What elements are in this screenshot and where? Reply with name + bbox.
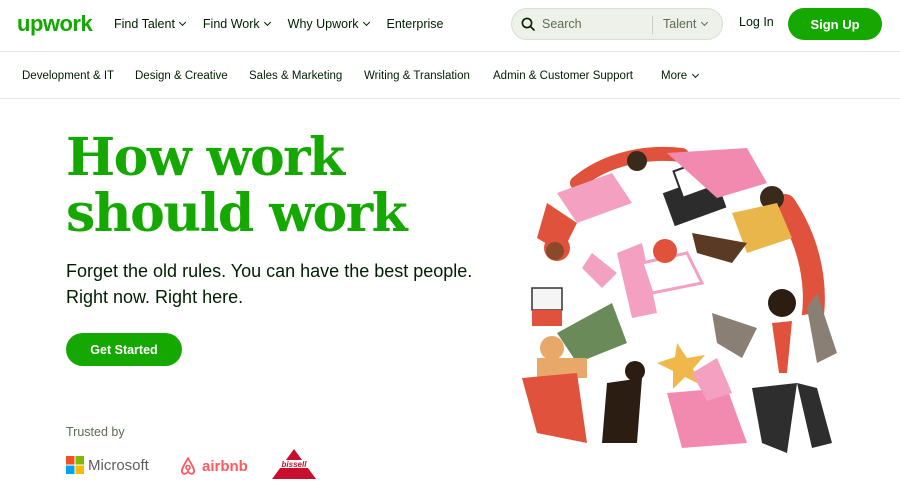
hero-title: How work should work	[66, 127, 408, 244]
search-input[interactable]: Search	[542, 17, 582, 31]
search-divider	[652, 16, 653, 34]
category-development-it[interactable]: Development & IT	[22, 70, 114, 82]
nav-enterprise[interactable]: Enterprise	[387, 17, 444, 31]
main-nav: Find Talent Find Work Why Upwork Enterpr…	[114, 0, 461, 48]
signup-button[interactable]: Sign Up	[788, 8, 882, 40]
chevron-down-icon	[692, 70, 700, 79]
nav-find-work[interactable]: Find Work	[202, 17, 271, 31]
chevron-down-icon	[362, 18, 370, 27]
svg-text:bissell: bissell	[282, 460, 308, 469]
search-scope-label: Talent	[663, 17, 697, 31]
bissell-triangle-icon: bissell	[272, 449, 316, 479]
search-bar[interactable]: Search Talent	[511, 8, 723, 40]
hero-illustration	[522, 143, 843, 459]
trusted-by-label: Trusted by	[66, 425, 125, 439]
login-link[interactable]: Log In	[739, 15, 774, 29]
bissell-logo: bissell	[268, 449, 320, 479]
get-started-button[interactable]: Get Started	[66, 333, 182, 366]
hero-subtitle-line2: Right now. Right here.	[66, 287, 244, 307]
top-navigation: upwork Find Talent Find Work Why Upwork …	[0, 0, 900, 52]
nav-why-upwork[interactable]: Why Upwork	[287, 17, 370, 31]
nav-why-upwork-label: Why Upwork	[287, 17, 359, 31]
hero-title-line2: should work	[66, 183, 408, 244]
category-design-creative[interactable]: Design & Creative	[135, 70, 228, 82]
hero-subtitle-line1: Forget the old rules. You can have the b…	[66, 261, 473, 281]
category-writing-translation[interactable]: Writing & Translation	[364, 70, 470, 82]
upwork-logo[interactable]: upwork	[17, 11, 93, 37]
microsoft-logo: Microsoft	[66, 456, 149, 474]
nav-find-talent[interactable]: Find Talent	[114, 17, 186, 31]
airbnb-logo: airbnb	[178, 456, 248, 476]
category-sales-marketing[interactable]: Sales & Marketing	[249, 70, 342, 82]
category-bar: Development & IT Design & Creative Sales…	[0, 53, 900, 99]
chevron-down-icon	[701, 18, 709, 27]
search-icon	[521, 17, 535, 31]
chevron-down-icon	[263, 18, 271, 27]
airbnb-belo-icon	[180, 457, 196, 475]
microsoft-windows-icon	[66, 456, 84, 474]
hero-subtitle: Forget the old rules. You can have the b…	[66, 258, 496, 310]
category-admin-support[interactable]: Admin & Customer Support	[493, 70, 633, 82]
microsoft-wordmark: Microsoft	[88, 456, 149, 474]
category-more-label: More	[661, 70, 688, 82]
nav-find-work-label: Find Work	[202, 17, 260, 31]
hero-title-line1: How work	[66, 127, 345, 188]
category-more[interactable]: More	[661, 70, 700, 82]
search-scope-dropdown[interactable]: Talent	[663, 17, 709, 31]
airbnb-wordmark: airbnb	[202, 457, 248, 475]
nav-enterprise-label: Enterprise	[386, 17, 444, 31]
chevron-down-icon	[178, 18, 186, 27]
nav-find-talent-label: Find Talent	[114, 17, 175, 31]
